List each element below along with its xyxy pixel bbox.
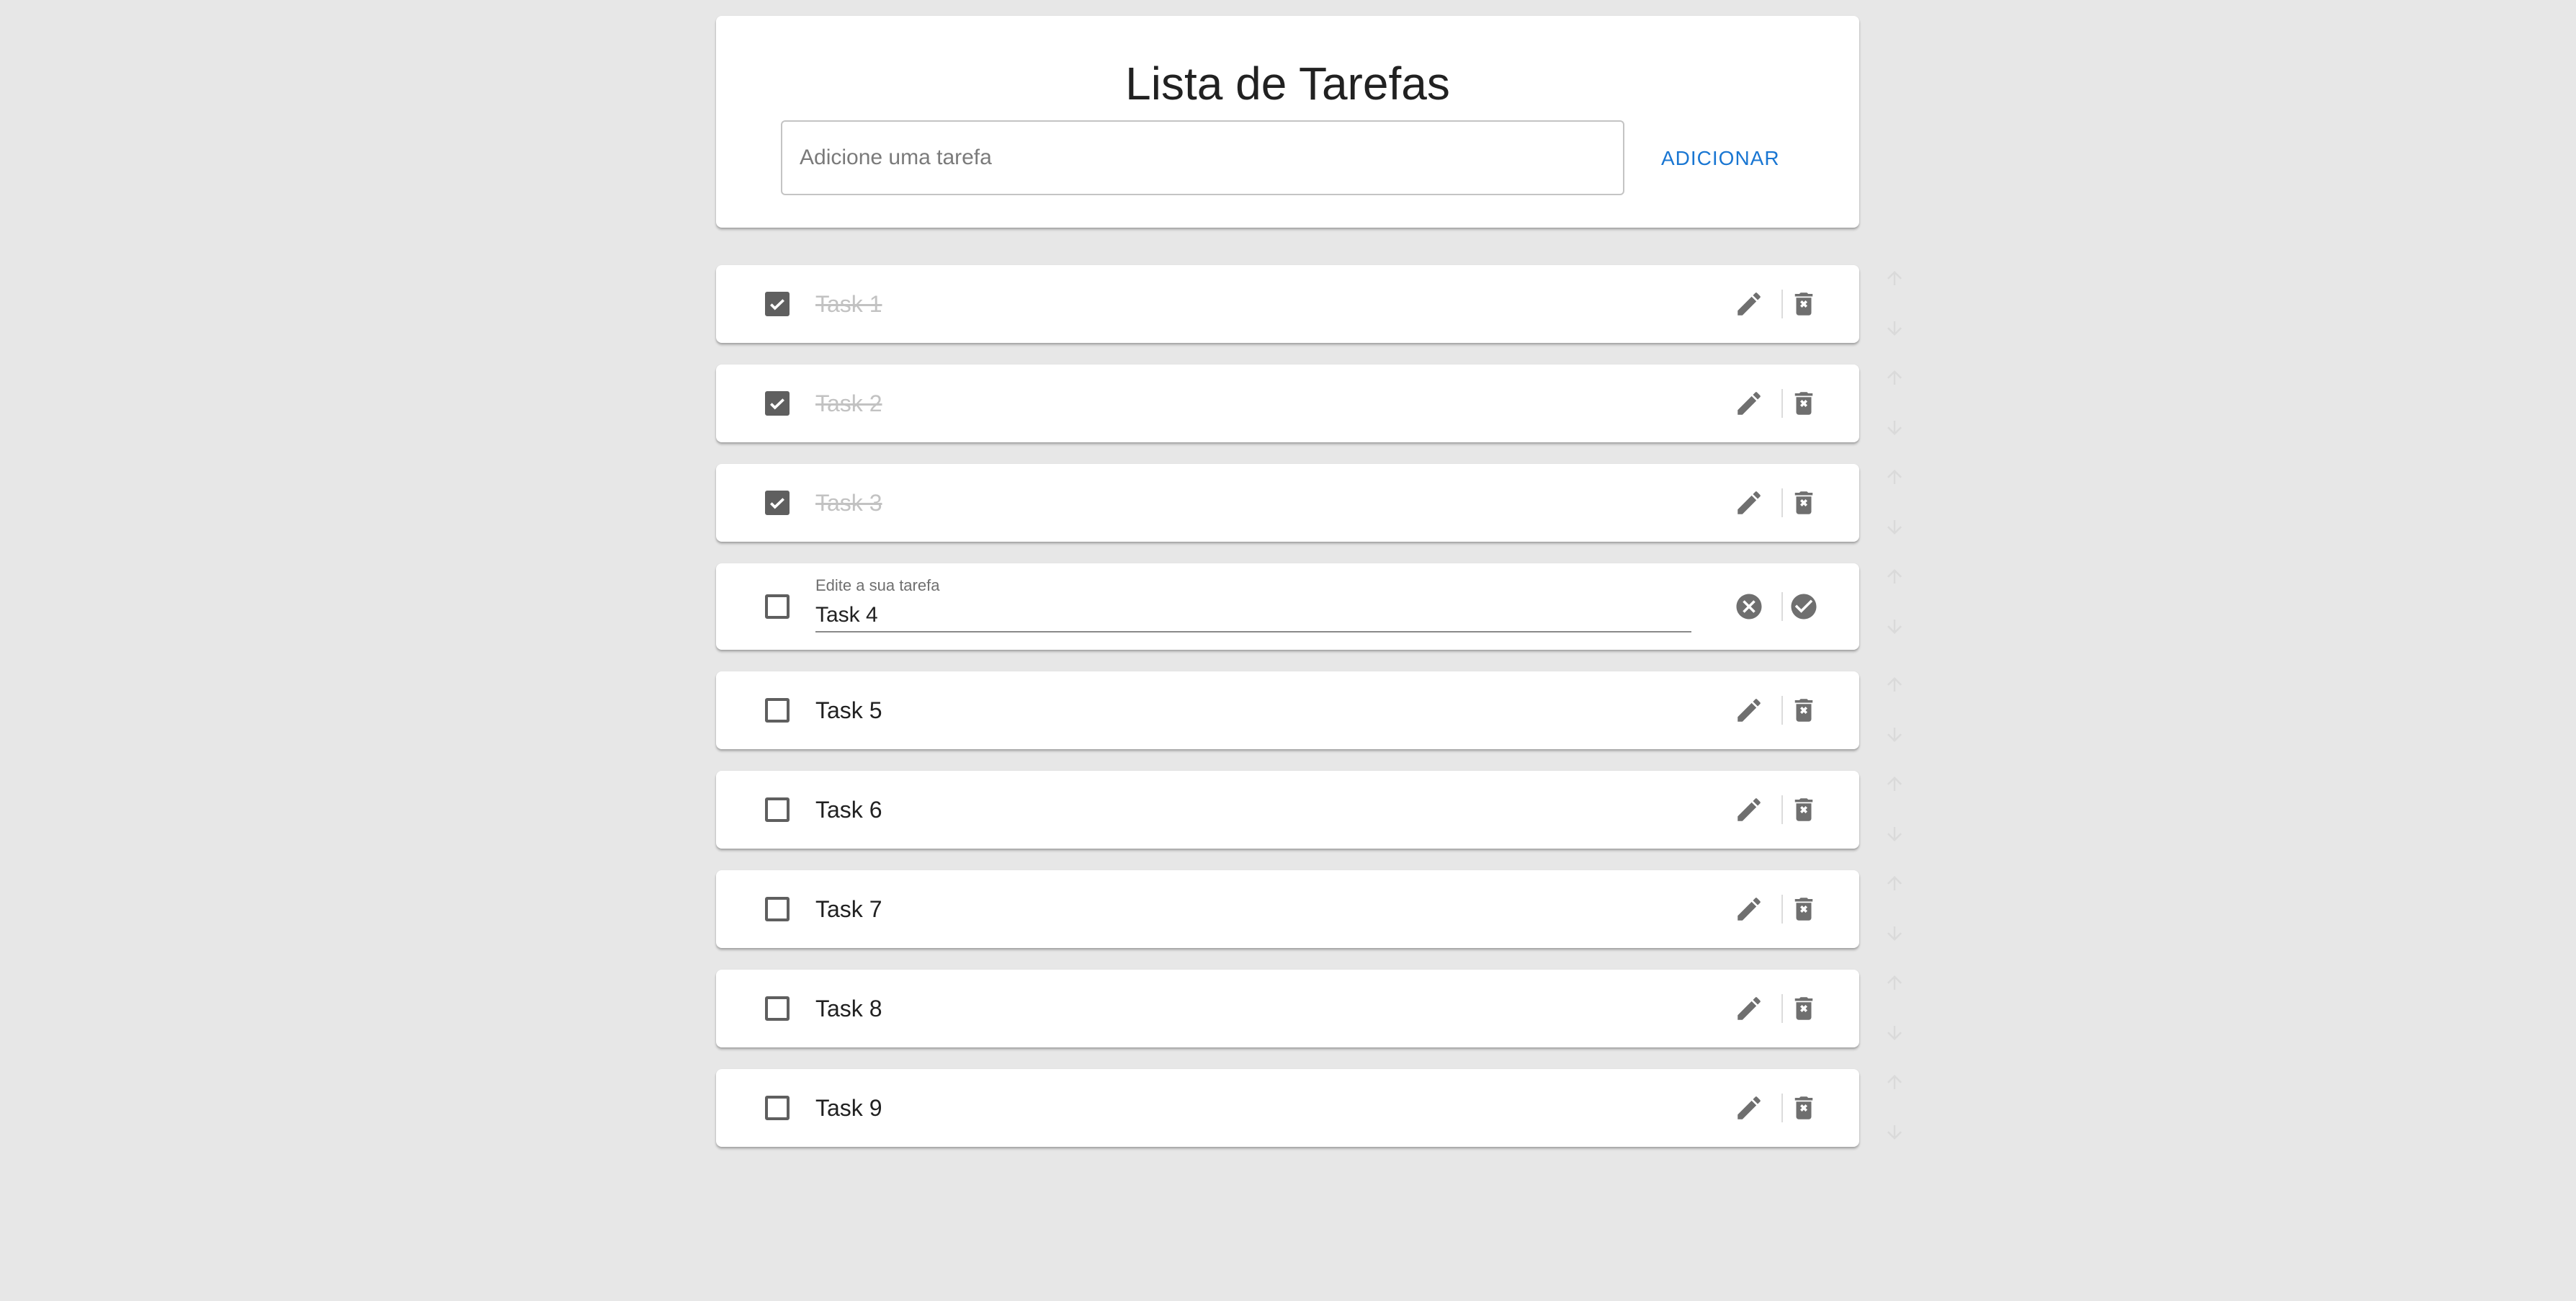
move-down-arrow-icon[interactable] — [1883, 317, 1906, 340]
task-checkbox[interactable] — [765, 491, 790, 515]
trash-icon[interactable] — [1786, 287, 1821, 321]
action-divider — [1781, 696, 1783, 725]
pencil-icon[interactable] — [1732, 386, 1766, 421]
action-divider — [1781, 795, 1783, 824]
action-divider — [1781, 994, 1783, 1023]
task-item: Task 9 — [716, 1069, 1859, 1147]
add-task-button[interactable]: ADICIONAR — [1653, 140, 1789, 176]
move-down-arrow-icon[interactable] — [1883, 823, 1906, 846]
edit-task-input[interactable] — [815, 599, 1691, 632]
action-divider — [1781, 389, 1783, 418]
move-up-arrow-icon[interactable] — [1883, 267, 1906, 290]
task-checkbox[interactable] — [765, 391, 790, 416]
cancel-circle-icon[interactable] — [1732, 589, 1766, 624]
trash-icon[interactable] — [1786, 792, 1821, 827]
task-item: Task 7 — [716, 870, 1859, 948]
move-up-arrow-icon[interactable] — [1883, 971, 1906, 994]
pencil-icon[interactable] — [1732, 792, 1766, 827]
task-item: Task 5 — [716, 671, 1859, 749]
task-label: Task 6 — [815, 797, 882, 823]
trash-icon[interactable] — [1786, 386, 1821, 421]
edit-field-label: Edite a sua tarefa — [815, 576, 940, 594]
task-label: Task 3 — [815, 490, 882, 516]
move-up-arrow-icon[interactable] — [1883, 772, 1906, 795]
trash-icon[interactable] — [1786, 693, 1821, 728]
task-label: Task 9 — [815, 1095, 882, 1121]
pencil-icon[interactable] — [1732, 892, 1766, 926]
move-down-arrow-icon[interactable] — [1883, 1021, 1906, 1045]
task-label: Task 2 — [815, 390, 882, 416]
pencil-icon[interactable] — [1732, 486, 1766, 520]
task-label: Task 7 — [815, 896, 882, 922]
check-circle-icon[interactable] — [1786, 589, 1821, 624]
task-checkbox[interactable] — [765, 797, 790, 822]
move-up-arrow-icon[interactable] — [1883, 366, 1906, 389]
page-title: Lista de Tarefas — [1125, 58, 1450, 109]
action-divider — [1781, 592, 1783, 621]
action-divider — [1781, 290, 1783, 318]
task-checkbox[interactable] — [765, 292, 790, 316]
task-checkbox[interactable] — [765, 1096, 790, 1120]
move-up-arrow-icon[interactable] — [1883, 465, 1906, 488]
trash-icon[interactable] — [1786, 892, 1821, 926]
pencil-icon[interactable] — [1732, 287, 1766, 321]
task-item: Task 8 — [716, 970, 1859, 1047]
trash-icon[interactable] — [1786, 486, 1821, 520]
move-down-arrow-icon[interactable] — [1883, 1121, 1906, 1144]
move-down-arrow-icon[interactable] — [1883, 615, 1906, 638]
action-divider — [1781, 1094, 1783, 1122]
task-item: Task 3 — [716, 464, 1859, 542]
pencil-icon[interactable] — [1732, 693, 1766, 728]
task-checkbox[interactable] — [765, 594, 790, 619]
task-checkbox[interactable] — [765, 897, 790, 921]
move-down-arrow-icon[interactable] — [1883, 516, 1906, 539]
task-label: Task 8 — [815, 996, 882, 1021]
pencil-icon[interactable] — [1732, 991, 1766, 1026]
trash-icon[interactable] — [1786, 1091, 1821, 1125]
move-up-arrow-icon[interactable] — [1883, 1070, 1906, 1094]
action-divider — [1781, 488, 1783, 517]
move-down-arrow-icon[interactable] — [1883, 723, 1906, 746]
move-down-arrow-icon[interactable] — [1883, 922, 1906, 945]
action-divider — [1781, 895, 1783, 924]
task-label: Task 1 — [815, 291, 882, 317]
task-label: Task 5 — [815, 697, 882, 723]
move-up-arrow-icon[interactable] — [1883, 872, 1906, 895]
move-down-arrow-icon[interactable] — [1883, 416, 1906, 439]
task-item-editing: Edite a sua tarefa — [716, 563, 1859, 650]
pencil-icon[interactable] — [1732, 1091, 1766, 1125]
task-item: Task 2 — [716, 365, 1859, 442]
task-item: Task 6 — [716, 771, 1859, 849]
move-up-arrow-icon[interactable] — [1883, 565, 1906, 588]
new-task-input[interactable] — [781, 120, 1624, 195]
task-item: Task 1 — [716, 265, 1859, 343]
add-task-card: Lista de Tarefas ADICIONAR — [716, 16, 1859, 228]
task-checkbox[interactable] — [765, 698, 790, 723]
task-checkbox[interactable] — [765, 996, 790, 1021]
trash-icon[interactable] — [1786, 991, 1821, 1026]
move-up-arrow-icon[interactable] — [1883, 673, 1906, 696]
